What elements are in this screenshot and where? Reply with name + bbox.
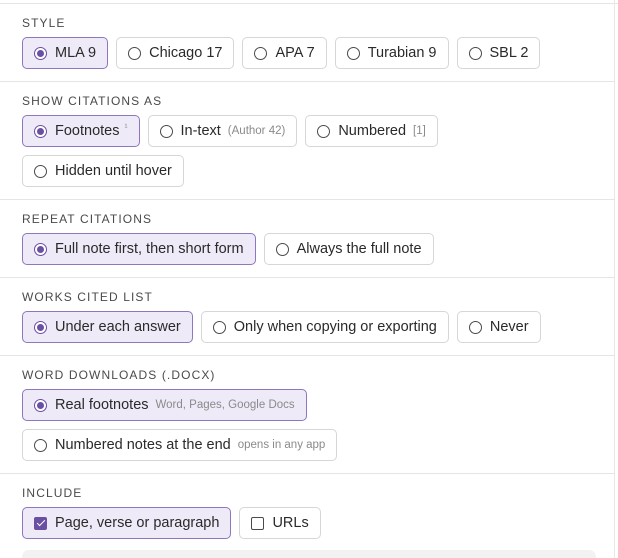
option-label: Numbered [338, 123, 407, 139]
citation-settings-panel: STYLE MLA 9 Chicago 17 APA 7 Turabian 9 … [0, 0, 618, 558]
works-cited-section: WORKS CITED LIST Under each answer Only … [0, 278, 615, 356]
option-label: SBL 2 [489, 45, 529, 61]
option-label: Turabian 9 [367, 45, 437, 61]
checkbox-icon [251, 516, 265, 530]
style-section: STYLE MLA 9 Chicago 17 APA 7 Turabian 9 … [0, 4, 615, 82]
word-downloads-options-row-2: Numbered notes at the end opens in any a… [22, 429, 338, 461]
option-label: URLs [272, 515, 309, 531]
works-cited-option-under-each-answer[interactable]: Under each answer [22, 311, 193, 343]
show-citations-options-row-2: Hidden until hover [22, 155, 184, 187]
works-cited-option-copying-exporting[interactable]: Only when copying or exporting [200, 311, 449, 343]
radio-icon [468, 46, 482, 60]
option-label: Hidden until hover [55, 163, 172, 179]
show-option-numbered[interactable]: Numbered [1] [305, 115, 438, 147]
option-label: Under each answer [55, 319, 181, 335]
show-citations-options-row-1: Footnotes ¹ In-text (Author 42) Numbered… [22, 115, 438, 147]
option-label: Page, verse or paragraph [55, 515, 220, 531]
radio-icon [254, 46, 268, 60]
word-option-real-footnotes[interactable]: Real footnotes Word, Pages, Google Docs [22, 389, 307, 421]
footnote-marker: ¹ [124, 122, 128, 132]
option-label: In-text [180, 123, 221, 139]
checkbox-checked-icon [34, 516, 47, 530]
radio-icon [212, 320, 226, 334]
include-options: Page, verse or paragraph URLs [22, 507, 321, 539]
option-label: APA 7 [275, 45, 315, 61]
option-label: Always the full note [296, 241, 422, 257]
section-label-style: STYLE [22, 16, 66, 30]
radio-selected-icon [34, 242, 47, 256]
radio-selected-icon [34, 124, 47, 138]
option-label: Real footnotes [55, 397, 149, 413]
show-option-footnotes[interactable]: Footnotes ¹ [22, 115, 140, 147]
section-label-word-downloads: WORD DOWNLOADS (.DOCX) [22, 368, 216, 382]
word-option-numbered-notes-end[interactable]: Numbered notes at the end opens in any a… [22, 429, 338, 461]
radio-icon [34, 438, 47, 452]
option-hint: opens in any app [237, 439, 326, 451]
show-option-in-text[interactable]: In-text (Author 42) [147, 115, 298, 147]
repeat-option-full-then-short[interactable]: Full note first, then short form [22, 233, 256, 265]
radio-icon [468, 320, 482, 334]
option-label: Chicago 17 [149, 45, 223, 61]
option-label: MLA 9 [55, 45, 97, 61]
radio-icon [317, 124, 331, 138]
word-downloads-options-row-1: Real footnotes Word, Pages, Google Docs [22, 389, 307, 421]
radio-icon [275, 242, 289, 256]
option-label: Only when copying or exporting [233, 319, 437, 335]
works-cited-options: Under each answer Only when copying or e… [22, 311, 541, 343]
works-cited-option-never[interactable]: Never [456, 311, 541, 343]
option-label: Never [489, 319, 529, 335]
radio-icon [159, 124, 173, 138]
option-hint: (Author 42) [227, 125, 286, 137]
repeat-option-always-full[interactable]: Always the full note [263, 233, 434, 265]
show-citations-section: SHOW CITATIONS AS Footnotes ¹ In-text (A… [0, 82, 615, 200]
radio-icon [128, 46, 142, 60]
style-option-turabian-9[interactable]: Turabian 9 [334, 37, 449, 69]
option-label: Full note first, then short form [55, 241, 244, 257]
style-option-apa-7[interactable]: APA 7 [242, 37, 327, 69]
radio-icon [346, 46, 360, 60]
include-option-page-verse-paragraph[interactable]: Page, verse or paragraph [22, 507, 232, 539]
style-options: MLA 9 Chicago 17 APA 7 Turabian 9 SBL 2 [22, 37, 541, 69]
next-panel-edge [22, 550, 596, 558]
option-label: Footnotes [55, 123, 120, 139]
section-label-show-citations: SHOW CITATIONS AS [22, 94, 163, 108]
style-option-chicago-17[interactable]: Chicago 17 [116, 37, 235, 69]
section-label-works-cited: WORKS CITED LIST [22, 290, 153, 304]
option-hint: [1] [413, 125, 426, 137]
radio-selected-icon [34, 46, 47, 60]
radio-icon [34, 164, 47, 178]
section-label-include: INCLUDE [22, 486, 83, 500]
option-hint: Word, Pages, Google Docs [155, 399, 295, 411]
show-option-hidden-until-hover[interactable]: Hidden until hover [22, 155, 184, 187]
include-option-urls[interactable]: URLs [239, 507, 321, 539]
include-section: INCLUDE Page, verse or paragraph URLs [0, 474, 615, 558]
word-downloads-section: WORD DOWNLOADS (.DOCX) Real footnotes Wo… [0, 356, 615, 474]
section-label-repeat-citations: REPEAT CITATIONS [22, 212, 153, 226]
style-option-mla-9[interactable]: MLA 9 [22, 37, 109, 69]
radio-selected-icon [34, 398, 47, 412]
radio-selected-icon [34, 320, 47, 334]
repeat-citations-section: REPEAT CITATIONS Full note first, then s… [0, 200, 615, 278]
option-label: Numbered notes at the end [55, 437, 231, 453]
repeat-citations-options: Full note first, then short form Always … [22, 233, 434, 265]
style-option-sbl-2[interactable]: SBL 2 [456, 37, 541, 69]
